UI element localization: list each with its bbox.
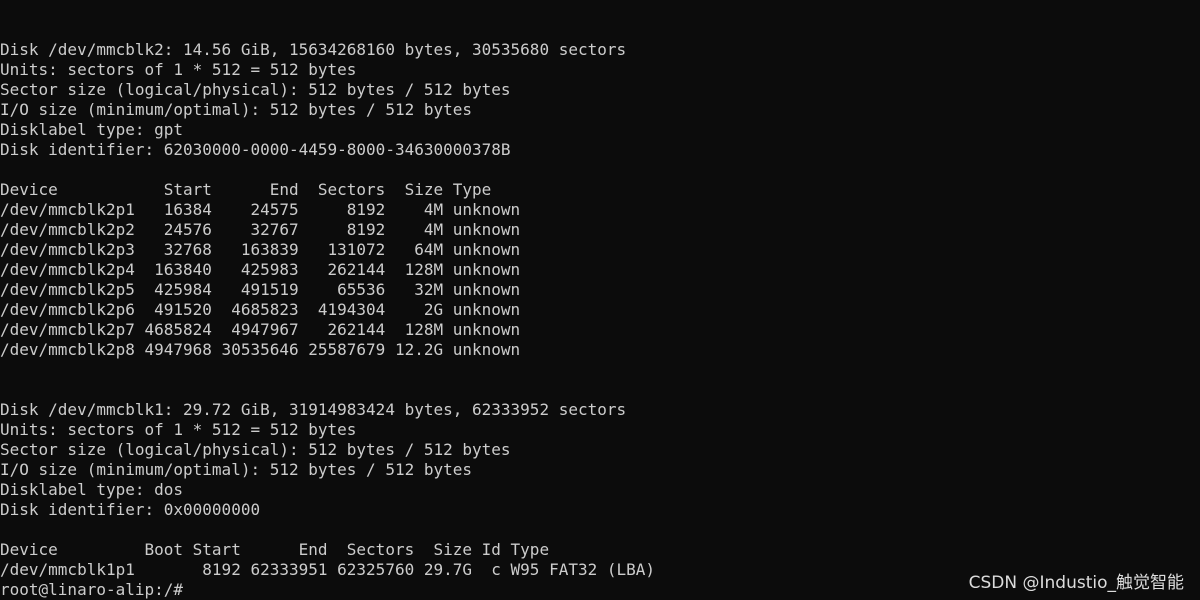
terminal-line: Disk identifier: 62030000-0000-4459-8000…	[0, 140, 511, 159]
terminal-line: Units: sectors of 1 * 512 = 512 bytes	[0, 420, 357, 439]
partition-row: /dev/mmcblk2p1 16384 24575 8192 4M unkno…	[0, 200, 521, 219]
partition-row: /dev/mmcblk2p3 32768 163839 131072 64M u…	[0, 240, 521, 259]
terminal-line: I/O size (minimum/optimal): 512 bytes / …	[0, 100, 473, 119]
terminal-line: Disk identifier: 0x00000000	[0, 500, 261, 519]
partition-row: /dev/mmcblk2p6 491520 4685823 4194304 2G…	[0, 300, 521, 319]
terminal-line: Disk /dev/mmcblk1: 29.72 GiB, 3191498342…	[0, 400, 627, 419]
partition-row: /dev/mmcblk2p5 425984 491519 65536 32M u…	[0, 280, 521, 299]
terminal-window[interactable]: Disk /dev/mmcblk2: 14.56 GiB, 1563426816…	[0, 0, 1200, 600]
partition-row: /dev/mmcblk2p4 163840 425983 262144 128M…	[0, 260, 521, 279]
terminal-line: Disklabel type: dos	[0, 480, 184, 499]
terminal-line: Sector size (logical/physical): 512 byte…	[0, 80, 511, 99]
watermark: CSDN @Industio_触觉智能	[968, 573, 1184, 593]
terminal-output: Disk /dev/mmcblk2: 14.56 GiB, 1563426816…	[0, 40, 1200, 600]
partition-row: /dev/mmcblk2p2 24576 32767 8192 4M unkno…	[0, 220, 521, 239]
terminal-line: I/O size (minimum/optimal): 512 bytes / …	[0, 460, 473, 479]
partition-row: /dev/mmcblk2p8 4947968 30535646 25587679…	[0, 340, 521, 359]
terminal-line: Sector size (logical/physical): 512 byte…	[0, 440, 511, 459]
text-cursor	[183, 581, 192, 597]
partition-table-header: Device Boot Start End Sectors Size Id Ty…	[0, 540, 550, 559]
terminal-line: Units: sectors of 1 * 512 = 512 bytes	[0, 60, 357, 79]
partition-table-header: Device Start End Sectors Size Type	[0, 180, 492, 199]
terminal-line: Disk /dev/mmcblk2: 14.56 GiB, 1563426816…	[0, 40, 627, 59]
shell-prompt: root@linaro-alip:/#	[0, 580, 184, 599]
terminal-line: Disklabel type: gpt	[0, 120, 184, 139]
partition-row: /dev/mmcblk2p7 4685824 4947967 262144 12…	[0, 320, 521, 339]
